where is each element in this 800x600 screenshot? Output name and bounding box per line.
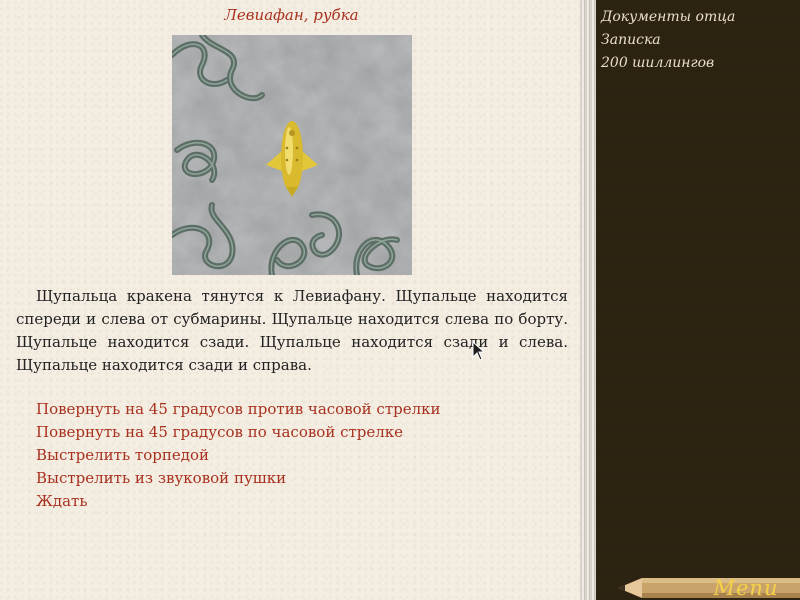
menu-button[interactable]: Menu bbox=[616, 576, 800, 600]
inventory-item-note[interactable]: Записка bbox=[601, 29, 735, 52]
panel-divider bbox=[580, 0, 596, 600]
mouse-cursor-icon bbox=[472, 341, 486, 361]
choice-list: Повернуть на 45 градусов против часовой … bbox=[36, 398, 441, 513]
scene-image bbox=[172, 35, 412, 275]
inventory-item-documents[interactable]: Документы отца bbox=[601, 6, 735, 29]
inventory-sidebar: Документы отца Записка 200 шиллингов bbox=[596, 0, 800, 600]
choice-fire-sonic-cannon[interactable]: Выстрелить из звуковой пушки bbox=[36, 467, 441, 490]
choice-fire-torpedo[interactable]: Выстрелить торпедой bbox=[36, 444, 441, 467]
choice-turn-clockwise[interactable]: Повернуть на 45 градусов по часовой стре… bbox=[36, 421, 441, 444]
location-title: Левиафан, рубка bbox=[224, 6, 359, 24]
choice-turn-counterclockwise[interactable]: Повернуть на 45 градусов против часовой … bbox=[36, 398, 441, 421]
menu-label: Menu bbox=[713, 576, 779, 600]
inventory-list: Документы отца Записка 200 шиллингов bbox=[601, 6, 735, 75]
choice-wait[interactable]: Ждать bbox=[36, 490, 441, 513]
story-text: Щупальца кракена тянутся к Левиафану. Щу… bbox=[16, 287, 568, 374]
inventory-item-money[interactable]: 200 шиллингов bbox=[601, 52, 735, 75]
main-panel: Левиафан, рубка Щупальца кракена тянутся… bbox=[0, 0, 580, 600]
